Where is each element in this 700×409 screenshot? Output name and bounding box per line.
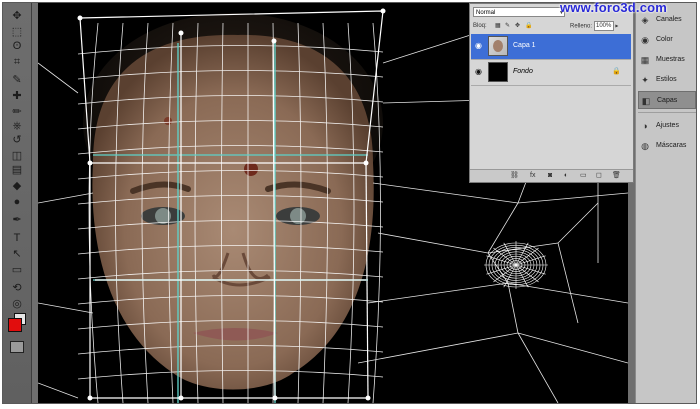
3d-orbit-icon[interactable]: ◎ [9, 297, 25, 311]
blend-mode-select[interactable]: Normal ▾ [473, 7, 565, 17]
shape-tool-icon[interactable]: ▭ [9, 263, 25, 277]
eyedropper-tool-icon[interactable]: ✎ [9, 73, 25, 87]
move-tool-icon[interactable]: ✥ [9, 9, 25, 23]
layer-row-capa-1[interactable]: ◉ Capa 1 [471, 34, 631, 60]
dock-item-ajustes[interactable]: ◑ Ajustes [638, 117, 696, 135]
dodge-tool-icon[interactable]: ● [9, 195, 25, 209]
dock-separator [638, 112, 696, 113]
dock-item-muestras[interactable]: ▦ Muestras [638, 51, 696, 69]
link-layers-icon[interactable]: ⛓ [510, 171, 519, 181]
mask-icon[interactable]: ◙ [548, 171, 552, 181]
lock-transparency-icon[interactable]: ▦ [495, 21, 501, 31]
swatches-icon: ▦ [640, 55, 650, 65]
lock-position-icon[interactable]: ✥ [515, 21, 520, 31]
dock-item-label: Estilos [656, 76, 677, 83]
dock-item-mscaras[interactable]: ◍ Máscaras [638, 137, 696, 155]
lock-pixels-icon[interactable]: ✎ [505, 21, 510, 31]
lock-all-icon[interactable]: 🔒 [525, 21, 532, 31]
layer-row-fondo[interactable]: ◉ Fondo 🔒 [471, 60, 631, 86]
watermark: www.foro3d.com [560, 0, 668, 15]
quick-mask-icon[interactable] [10, 341, 24, 353]
clone-stamp-icon[interactable]: ⎈ [9, 119, 25, 133]
tools-panel: ✥ ⬚ ʘ ⌗ ✎ ✚ ✏ ⎈ ↺ ◫ ▤ ◆ ● ✒ T ↖ ▭ ⟲ ◎ [3, 3, 32, 403]
adjustment-icon[interactable]: ◐ [564, 171, 568, 181]
fill-input[interactable]: 100% [593, 21, 614, 31]
pen-tool-icon[interactable]: ✒ [9, 213, 25, 227]
visibility-eye-icon[interactable]: ◉ [475, 42, 485, 50]
type-tool-icon[interactable]: T [9, 231, 25, 245]
dock-item-capas[interactable]: ◧ Capas [638, 91, 696, 109]
dock-item-label: Máscaras [656, 142, 687, 149]
dock-item-label: Capas [657, 97, 678, 104]
channels-icon: ◈ [641, 15, 649, 25]
color-icon: ◉ [641, 35, 649, 45]
masks-icon: ◍ [641, 141, 649, 151]
visibility-eye-icon[interactable]: ◉ [475, 68, 485, 76]
fill-label: Relleno: [570, 23, 593, 30]
forehead-mole [244, 162, 258, 176]
layer-thumbnail [488, 36, 508, 56]
fx-icon[interactable]: fx [530, 171, 535, 181]
photoshop-window: ✥ ⬚ ʘ ⌗ ✎ ✚ ✏ ⎈ ↺ ◫ ▤ ◆ ● ✒ T ↖ ▭ ⟲ ◎ No… [2, 2, 697, 404]
lock-label: Bloq: [473, 23, 487, 29]
layer-thumbnail [488, 62, 508, 82]
blur-tool-icon[interactable]: ◆ [9, 179, 25, 193]
healing-brush-icon[interactable]: ✚ [9, 89, 25, 103]
marquee-tool-icon[interactable]: ⬚ [9, 25, 25, 39]
dock-item-color[interactable]: ◉ Color [638, 31, 696, 49]
dock-item-label: Muestras [656, 56, 685, 63]
trash-icon[interactable]: 🗑 [612, 171, 621, 181]
dock-item-label: Color [656, 36, 673, 43]
fill-control: Relleno: 100% ▸ [570, 21, 618, 32]
layers-panel-footer: ⛓ fx ◙ ◐ ▭ ◻ 🗑 [470, 169, 633, 182]
layers-icon: ◧ [641, 96, 651, 106]
layer-name: Fondo [513, 68, 533, 75]
lock-icon: 🔒 [612, 68, 621, 75]
eraser-tool-icon[interactable]: ◫ [9, 149, 25, 163]
adjustments-icon: ◑ [642, 121, 648, 131]
group-icon[interactable]: ▭ [580, 171, 587, 181]
mesh-cluster [484, 241, 548, 289]
lasso-tool-icon[interactable]: ʘ [9, 39, 25, 53]
forehead-spot [164, 117, 172, 125]
3d-rotate-icon[interactable]: ⟲ [9, 281, 25, 295]
layer-name: Capa 1 [513, 42, 536, 49]
fill-arrow-icon[interactable]: ▸ [615, 24, 618, 30]
new-layer-icon[interactable]: ◻ [596, 171, 602, 181]
dock-item-estilos[interactable]: ✦ Estilos [638, 71, 696, 89]
brush-tool-icon[interactable]: ✏ [9, 105, 25, 119]
dock-item-label: Ajustes [656, 122, 679, 129]
styles-icon: ✦ [641, 75, 649, 85]
layers-panel: Normal ▾ Bloq: ▦ ✎ ✥ 🔒 Relleno: 100% ▸ ◉… [469, 3, 634, 183]
blend-mode-value: Normal [476, 10, 496, 16]
gradient-tool-icon[interactable]: ▤ [9, 163, 25, 177]
history-brush-icon[interactable]: ↺ [9, 133, 25, 147]
crop-tool-icon[interactable]: ⌗ [9, 55, 25, 69]
panel-dock: ◈ Canales ◉ Color ▦ Muestras ✦ Estilos ◧ Capas ◑ Aj… [635, 3, 696, 403]
path-select-icon[interactable]: ↖ [9, 247, 25, 261]
foreground-color-swatch[interactable] [8, 318, 22, 332]
